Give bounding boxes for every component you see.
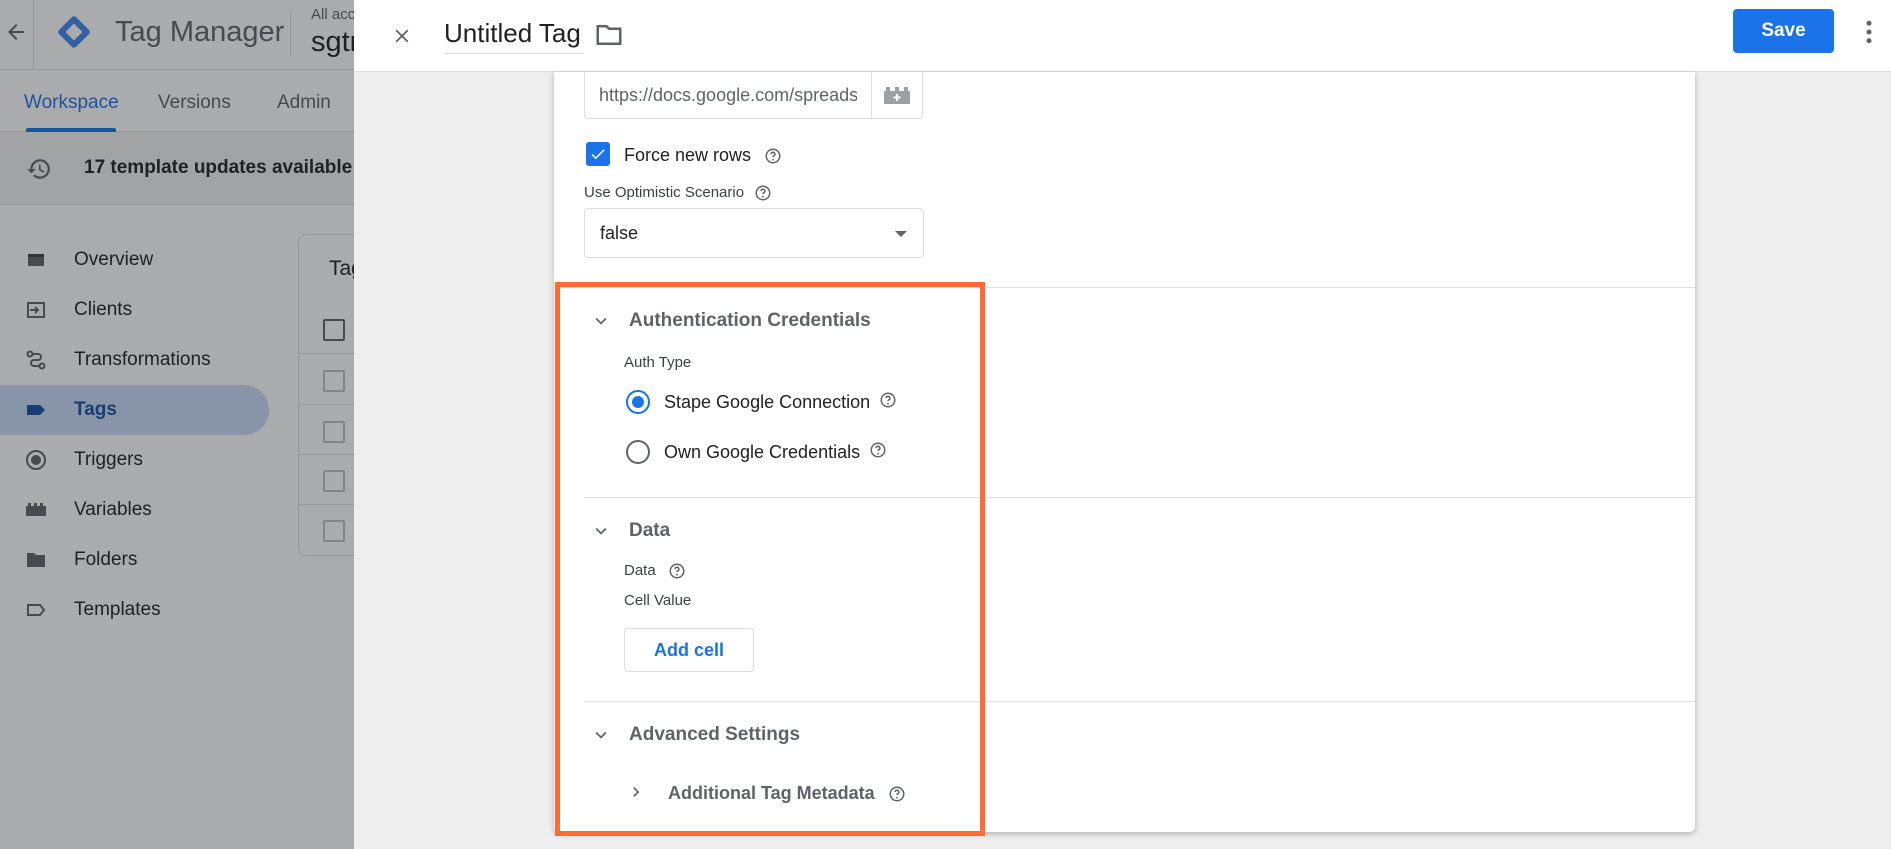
tag-configuration-panel: Force new rows Use Optimistic Scenario f… bbox=[554, 72, 1695, 832]
section-divider bbox=[584, 701, 1695, 702]
add-cell-button[interactable]: Add cell bbox=[624, 628, 754, 672]
help-icon[interactable] bbox=[754, 184, 772, 202]
chevron-right-icon[interactable] bbox=[626, 782, 646, 802]
more-vert-icon[interactable] bbox=[1854, 16, 1884, 48]
select-value: false bbox=[600, 223, 639, 243]
own-credentials-text: Own Google Credentials bbox=[664, 442, 861, 462]
force-new-rows-label: Force new rows bbox=[624, 145, 782, 166]
spreadsheet-url-input[interactable] bbox=[584, 72, 871, 119]
force-new-rows-checkbox[interactable] bbox=[586, 142, 610, 166]
auth-section-title[interactable]: Authentication Credentials bbox=[629, 310, 871, 332]
chevron-down-icon[interactable] bbox=[590, 310, 612, 332]
additional-metadata-row[interactable]: Additional Tag Metadata bbox=[668, 783, 906, 804]
force-new-rows-text: Force new rows bbox=[624, 145, 752, 165]
chevron-down-icon[interactable] bbox=[590, 724, 612, 746]
stape-connection-label: Stape Google Connection bbox=[664, 392, 897, 413]
save-button[interactable]: Save bbox=[1733, 9, 1834, 53]
optimistic-scenario-text: Use Optimistic Scenario bbox=[584, 184, 745, 201]
optimistic-scenario-label: Use Optimistic Scenario bbox=[584, 184, 772, 202]
data-section-title[interactable]: Data bbox=[629, 520, 670, 542]
chevron-down-icon[interactable] bbox=[590, 520, 612, 542]
sheet-header: Save bbox=[354, 0, 1891, 72]
stape-connection-text: Stape Google Connection bbox=[664, 392, 871, 412]
close-button[interactable] bbox=[384, 18, 420, 54]
own-credentials-radio[interactable] bbox=[626, 440, 650, 464]
check-icon bbox=[591, 149, 605, 160]
stape-connection-radio[interactable] bbox=[626, 390, 650, 414]
tag-editor-sheet: Save Force new rows Use Optimistic Scena… bbox=[354, 0, 1891, 849]
folder-outline-icon[interactable] bbox=[594, 20, 624, 50]
optimistic-scenario-select[interactable]: false bbox=[584, 208, 924, 258]
variable-icon bbox=[884, 87, 910, 104]
own-credentials-label: Own Google Credentials bbox=[664, 442, 887, 463]
help-icon[interactable] bbox=[764, 147, 782, 165]
help-icon[interactable] bbox=[879, 391, 897, 409]
help-icon[interactable] bbox=[888, 785, 906, 803]
help-icon[interactable] bbox=[668, 562, 686, 580]
insert-variable-button[interactable] bbox=[871, 72, 923, 119]
help-icon[interactable] bbox=[869, 441, 887, 459]
dropdown-caret-icon bbox=[895, 231, 907, 237]
auth-type-label: Auth Type bbox=[624, 354, 692, 371]
cell-value-label: Cell Value bbox=[624, 592, 692, 609]
tag-name-input[interactable] bbox=[444, 14, 584, 54]
data-label-text: Data bbox=[624, 562, 656, 579]
additional-metadata-text: Additional Tag Metadata bbox=[668, 783, 875, 803]
data-label: Data bbox=[624, 562, 686, 580]
close-icon bbox=[395, 29, 409, 43]
section-divider bbox=[584, 497, 1695, 498]
section-divider bbox=[554, 287, 1695, 288]
advanced-section-title[interactable]: Advanced Settings bbox=[629, 724, 800, 746]
